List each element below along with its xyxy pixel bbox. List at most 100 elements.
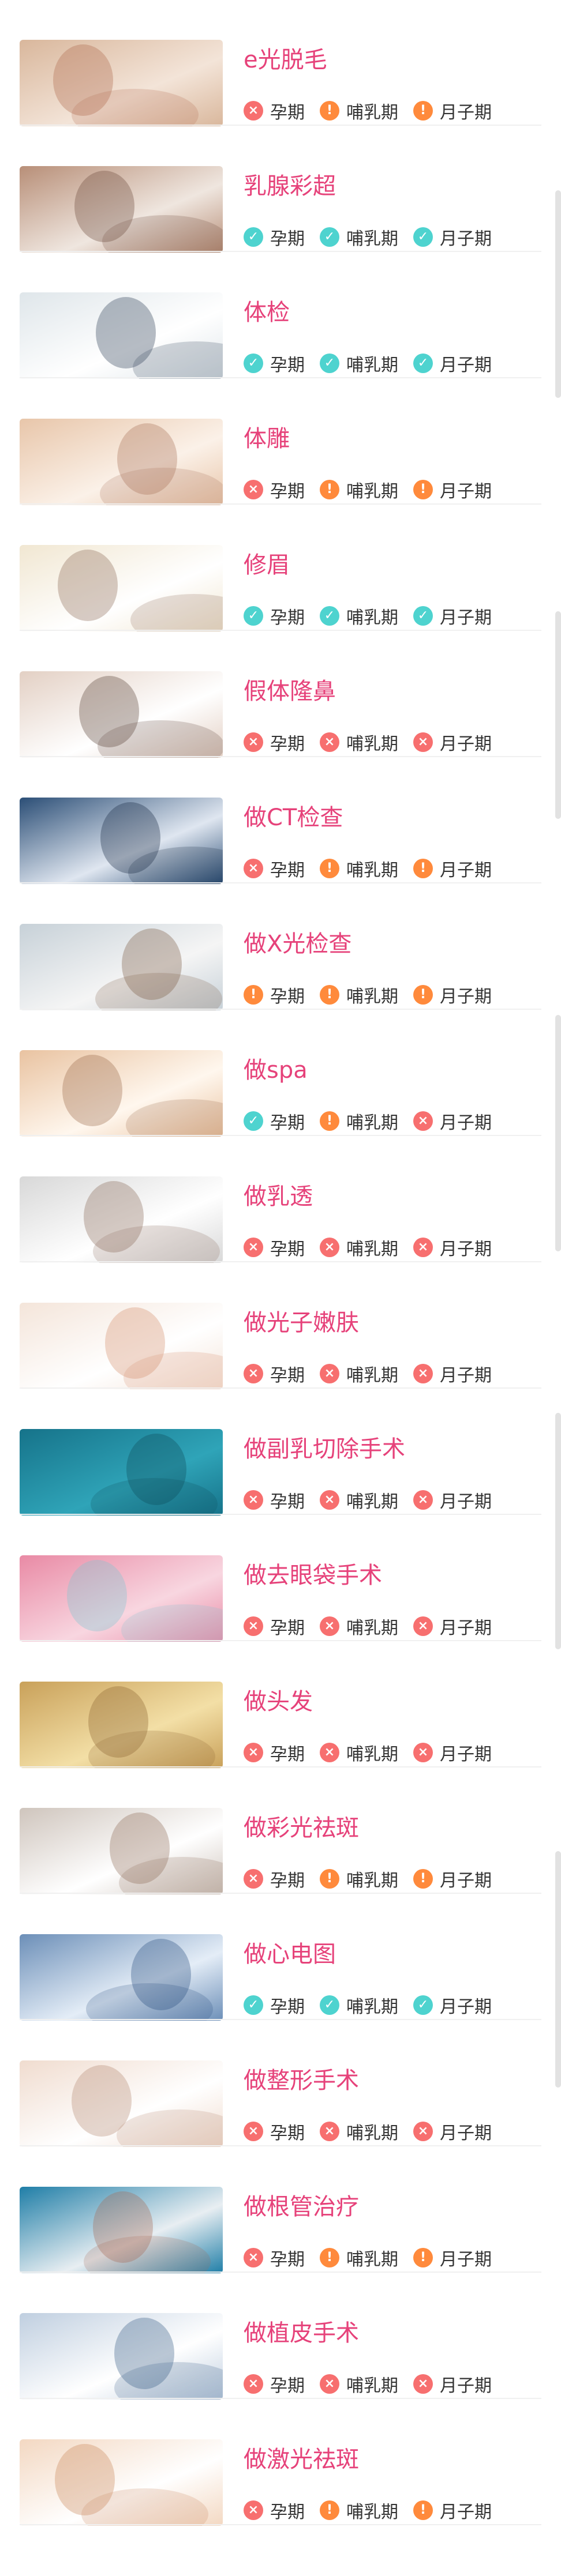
surgical-instruments-photo[interactable] xyxy=(20,1429,223,1515)
scrollbar-segment[interactable] xyxy=(555,1851,561,2088)
status-pregnancy: ✓ 孕期 xyxy=(244,1108,305,1134)
status-label: 月子期 xyxy=(440,482,492,502)
list-item[interactable]: 做激光祛斑 × 孕期! 哺乳期! 月子期 xyxy=(20,2400,541,2526)
status-pregnancy: ✓ 孕期 xyxy=(244,224,305,250)
woman-laser-treatment-photo[interactable] xyxy=(20,40,223,126)
status-pregnancy: × 孕期 xyxy=(244,1614,305,1639)
status-confinement: ✓ 月子期 xyxy=(413,224,492,250)
status-row: × 孕期 × 哺乳期 × 月子期 xyxy=(244,1741,507,1765)
abdomen-massage-photo[interactable] xyxy=(20,419,223,505)
list-item[interactable]: 做去眼袋手术 × 孕期 × 哺乳期 × 月子期 xyxy=(20,1515,541,1642)
item-title[interactable]: 做X光检查 xyxy=(244,930,351,958)
row-divider xyxy=(20,2524,541,2525)
dental-treatment-photo[interactable] xyxy=(20,2187,223,2273)
list-item[interactable]: 做光子嫩肤 × 孕期 × 哺乳期 × 月子期 xyxy=(20,1263,541,1389)
item-title[interactable]: 做心电图 xyxy=(244,1941,336,1968)
scrollbar-segment[interactable] xyxy=(555,1413,561,1649)
scrollbar-segment[interactable] xyxy=(555,1015,561,1251)
item-title[interactable]: 做spa xyxy=(244,1056,308,1084)
list-item[interactable]: 体雕 × 孕期! 哺乳期! 月子期 xyxy=(20,379,541,505)
item-title[interactable]: 做副乳切除手术 xyxy=(244,1435,405,1463)
item-title[interactable]: e光脱毛 xyxy=(244,46,327,74)
item-title[interactable]: 做去眼袋手术 xyxy=(244,1562,382,1589)
list-item[interactable]: 做X光检查! 孕期! 哺乳期! 月子期 xyxy=(20,884,541,1010)
curly-hair-woman-photo[interactable] xyxy=(20,1682,223,1768)
cross-icon: × xyxy=(244,2248,263,2267)
exclamation-icon: ! xyxy=(320,1869,339,1889)
status-lactation: × 哺乳期 xyxy=(320,1487,398,1513)
woman-lying-pillows-photo[interactable] xyxy=(20,1176,223,1263)
face-spa-massage-photo[interactable] xyxy=(20,1050,223,1137)
item-title[interactable]: 做激光祛斑 xyxy=(244,2446,359,2473)
status-label: 孕期 xyxy=(270,987,305,1007)
item-title[interactable]: 做整形手术 xyxy=(244,2067,359,2094)
status-lactation: ✓ 哺乳期 xyxy=(320,603,398,629)
item-title[interactable]: 做植皮手术 xyxy=(244,2319,359,2347)
eye-pad-photo[interactable] xyxy=(20,1555,223,1642)
woman-magnifier-photo[interactable] xyxy=(20,2439,223,2526)
scrollbar[interactable] xyxy=(555,190,561,398)
item-title[interactable]: 体雕 xyxy=(244,425,290,453)
list-item[interactable]: 做副乳切除手术 × 孕期 × 哺乳期 × 月子期 xyxy=(20,1389,541,1515)
list-item[interactable]: 假体隆鼻 × 孕期 × 哺乳期 × 月子期 xyxy=(20,631,541,758)
status-label: 月子期 xyxy=(440,1113,492,1133)
status-label: 哺乳期 xyxy=(346,2376,398,2396)
list-item[interactable]: 做CT检查 × 孕期! 哺乳期! 月子期 xyxy=(20,758,541,884)
row-divider xyxy=(20,1514,541,1515)
list-item[interactable]: e光脱毛 × 孕期! 哺乳期! 月子期 xyxy=(20,0,541,126)
item-title[interactable]: 做根管治疗 xyxy=(244,2193,359,2221)
status-label: 哺乳期 xyxy=(346,1113,398,1133)
status-label: 月子期 xyxy=(440,608,492,628)
list-item[interactable]: 做乳透 × 孕期 × 哺乳期 × 月子期 xyxy=(20,1137,541,1263)
ecg-screen-photo[interactable] xyxy=(20,1934,223,2021)
doctor-blood-pressure-photo[interactable] xyxy=(20,292,223,379)
check-icon: ✓ xyxy=(244,227,263,247)
item-title[interactable]: 体检 xyxy=(244,299,290,326)
row-divider xyxy=(20,125,541,126)
status-pregnancy: × 孕期 xyxy=(244,1487,305,1513)
list-item[interactable]: 修眉 ✓ 孕期 ✓ 哺乳期 ✓ 月子期 xyxy=(20,505,541,631)
cross-icon: × xyxy=(244,1490,263,1510)
list-item[interactable]: 做心电图 ✓ 孕期 ✓ 哺乳期 ✓ 月子期 xyxy=(20,1894,541,2021)
status-pregnancy: ✓ 孕期 xyxy=(244,1992,305,2018)
list-item[interactable]: 做植皮手术 × 孕期 × 哺乳期 × 月子期 xyxy=(20,2273,541,2400)
woman-eyebrow-photo[interactable] xyxy=(20,545,223,631)
face-surgery-marking-photo[interactable] xyxy=(20,2060,223,2147)
item-title[interactable]: 做头发 xyxy=(244,1688,313,1716)
item-title[interactable]: 做乳透 xyxy=(244,1183,313,1210)
facial-cleansing-photo[interactable] xyxy=(20,1808,223,1894)
cross-icon: × xyxy=(413,1238,433,1257)
status-label: 月子期 xyxy=(440,229,492,249)
list-item[interactable]: 做根管治疗 × 孕期! 哺乳期! 月子期 xyxy=(20,2147,541,2273)
facial-mask-photo[interactable] xyxy=(20,1303,223,1389)
item-title[interactable]: 乳腺彩超 xyxy=(244,172,336,200)
list-item[interactable]: 做整形手术 × 孕期 × 哺乳期 × 月子期 xyxy=(20,2021,541,2147)
list-item[interactable]: 做头发 × 孕期 × 哺乳期 × 月子期 xyxy=(20,1642,541,1768)
list-item[interactable]: 做spa ✓ 孕期! 哺乳期 × 月子期 xyxy=(20,1010,541,1137)
exclamation-icon: ! xyxy=(413,2248,433,2267)
exclamation-icon: ! xyxy=(244,985,263,1005)
status-pregnancy: × 孕期 xyxy=(244,1866,305,1891)
scrollbar-segment[interactable] xyxy=(555,611,561,819)
woman-holding-chest-photo[interactable] xyxy=(20,166,223,253)
clinic-consultation-photo[interactable] xyxy=(20,924,223,1010)
list-item[interactable]: 乳腺彩超 ✓ 孕期 ✓ 哺乳期 ✓ 月子期 xyxy=(20,126,541,253)
status-lactation: × 哺乳期 xyxy=(320,1361,398,1386)
two-faces-profile-photo[interactable] xyxy=(20,671,223,758)
check-icon: ✓ xyxy=(244,1995,263,2015)
item-title[interactable]: 假体隆鼻 xyxy=(244,678,336,705)
status-label: 月子期 xyxy=(440,1366,492,1386)
item-title[interactable]: 做CT检查 xyxy=(244,804,343,832)
status-label: 月子期 xyxy=(440,987,492,1007)
doctors-xray-photo[interactable] xyxy=(20,798,223,884)
status-row: ✓ 孕期 ✓ 哺乳期 ✓ 月子期 xyxy=(244,352,507,375)
row-divider xyxy=(20,630,541,631)
item-title[interactable]: 做彩光祛斑 xyxy=(244,1814,359,1842)
list-item[interactable]: 体检 ✓ 孕期 ✓ 哺乳期 ✓ 月子期 xyxy=(20,253,541,379)
item-title[interactable]: 做光子嫩肤 xyxy=(244,1309,359,1337)
status-label: 月子期 xyxy=(440,1744,492,1765)
list-item[interactable]: 做彩光祛斑 × 孕期! 哺乳期! 月子期 xyxy=(20,1768,541,1894)
stethoscope-photo[interactable] xyxy=(20,2313,223,2400)
status-lactation: × 哺乳期 xyxy=(320,729,398,755)
item-title[interactable]: 修眉 xyxy=(244,551,290,579)
